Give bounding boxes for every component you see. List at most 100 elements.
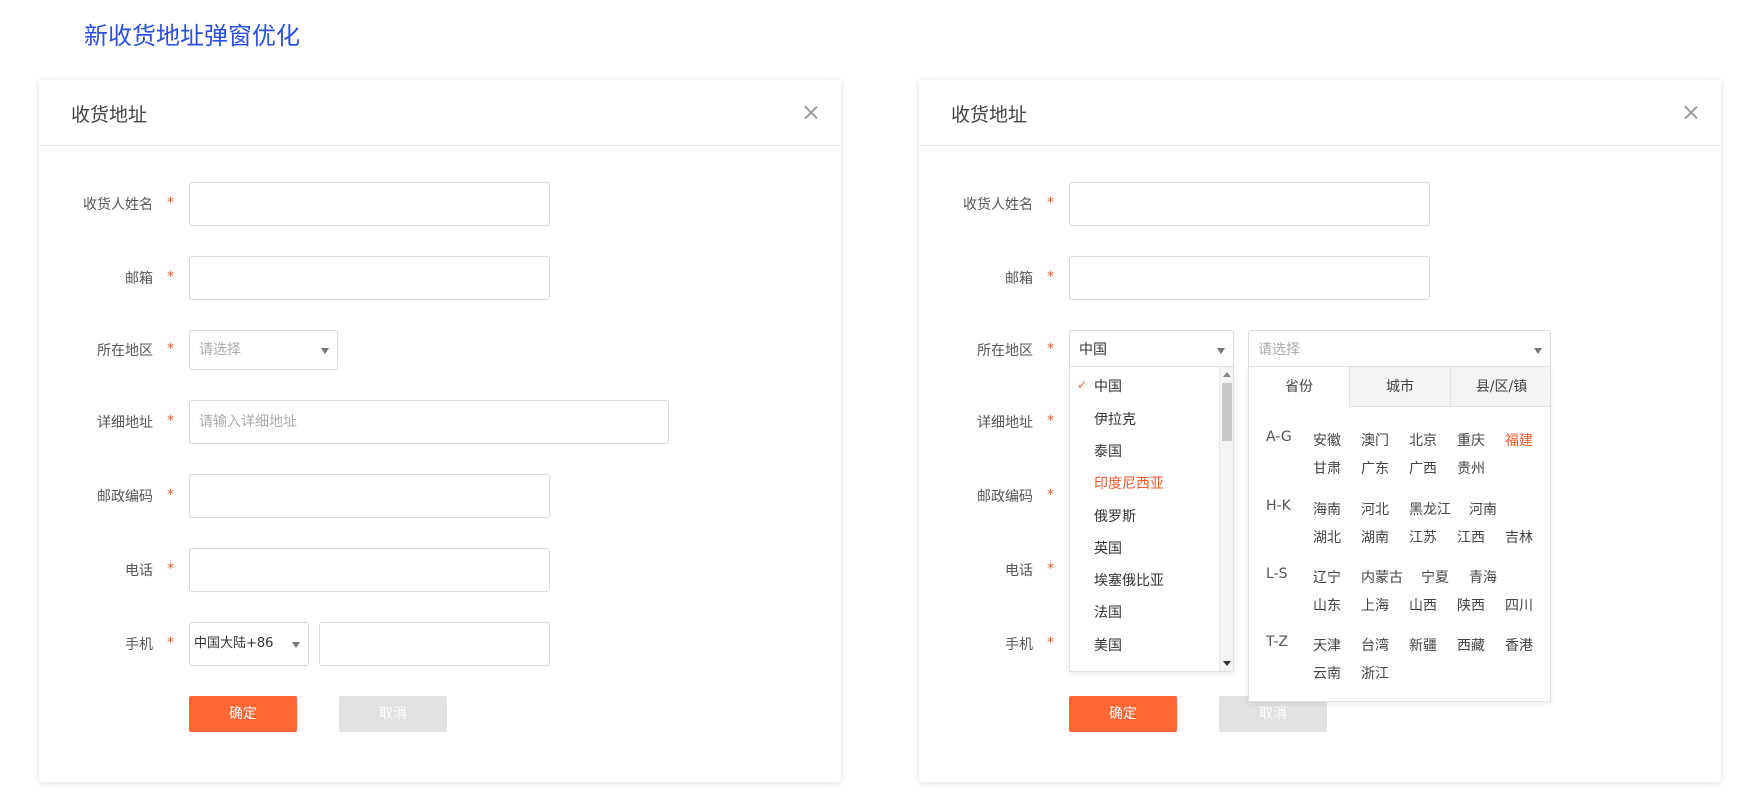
dialog-title: 收货地址 (71, 104, 148, 126)
name-input[interactable] (1069, 182, 1430, 226)
required-mark: * (167, 195, 174, 211)
email-input[interactable] (1069, 256, 1430, 300)
scrollbar-thumb[interactable] (1222, 383, 1232, 441)
zip-label: 邮政编码 (977, 489, 1033, 505)
province-option[interactable]: 江西 (1457, 527, 1485, 547)
country-option[interactable]: 英国 (1094, 538, 1122, 558)
province-option[interactable]: 广东 (1361, 458, 1389, 478)
province-option[interactable]: 云南 (1313, 663, 1341, 683)
group-key: H-K (1266, 498, 1291, 514)
province-option[interactable]: 香港 (1505, 635, 1533, 655)
tab-district[interactable]: 县/区/镇 (1451, 367, 1552, 407)
confirm-button[interactable]: 确定 (1069, 696, 1177, 732)
country-select[interactable]: 中国 (1069, 330, 1234, 370)
scrollbar[interactable] (1219, 367, 1233, 671)
province-option[interactable]: 四川 (1505, 595, 1533, 615)
email-label: 邮箱 (125, 271, 153, 287)
country-option-hovered[interactable]: 印度尼西亚 (1094, 473, 1164, 493)
province-option[interactable]: 青海 (1469, 567, 1497, 587)
phone-input[interactable] (189, 548, 550, 592)
name-row: 收货人姓名 * (39, 182, 841, 226)
tab-city[interactable]: 城市 (1350, 367, 1451, 407)
province-option[interactable]: 陕西 (1457, 595, 1485, 615)
country-dropdown[interactable]: ✓ 中国 伊拉克 泰国 印度尼西亚 俄罗斯 英国 埃塞俄比亚 法国 美国 (1069, 366, 1234, 672)
province-option[interactable]: 山东 (1313, 595, 1341, 615)
required-mark: * (1047, 269, 1054, 285)
chevron-down-icon (1534, 348, 1542, 354)
province-option[interactable]: 安徽 (1313, 430, 1341, 450)
phone-row: 电话 * (39, 548, 841, 592)
name-label: 收货人姓名 (83, 197, 153, 213)
country-option[interactable]: 美国 (1094, 635, 1122, 655)
province-option[interactable]: 澳门 (1361, 430, 1389, 450)
province-option[interactable]: 西藏 (1457, 635, 1485, 655)
required-mark: * (1047, 341, 1054, 357)
required-mark: * (167, 341, 174, 357)
country-option[interactable]: 伊拉克 (1094, 409, 1136, 429)
address-input[interactable]: 请输入详细地址 (189, 400, 669, 444)
province-option-hovered[interactable]: 福建 (1505, 430, 1533, 450)
address-dialog-default: 收货地址 收货人姓名 * 邮箱 * 所在地区 * 请选择 详细地址 * 请输入详… (39, 80, 841, 782)
name-label: 收货人姓名 (963, 197, 1033, 213)
province-option[interactable]: 辽宁 (1313, 567, 1341, 587)
mobile-row: 手机 * 中国大陆+86 (39, 622, 841, 666)
required-mark: * (167, 487, 174, 503)
province-option[interactable]: 湖北 (1313, 527, 1341, 547)
email-label: 邮箱 (1005, 271, 1033, 287)
required-mark: * (167, 561, 174, 577)
province-option[interactable]: 新疆 (1409, 635, 1437, 655)
province-option[interactable]: 北京 (1409, 430, 1437, 450)
province-option[interactable]: 湖南 (1361, 527, 1389, 547)
country-option[interactable]: 俄罗斯 (1094, 506, 1136, 526)
dialog-title: 收货地址 (951, 104, 1028, 126)
province-option[interactable]: 山西 (1409, 595, 1437, 615)
name-input[interactable] (189, 182, 550, 226)
country-option[interactable]: 法国 (1094, 602, 1122, 622)
province-option[interactable]: 重庆 (1457, 430, 1485, 450)
province-option[interactable]: 黑龙江 (1409, 499, 1451, 519)
group-key: L-S (1266, 566, 1288, 582)
region-label: 所在地区 (97, 343, 153, 359)
email-input[interactable] (189, 256, 550, 300)
mobile-input[interactable] (319, 622, 550, 666)
close-icon[interactable] (1681, 102, 1701, 122)
province-option[interactable]: 贵州 (1457, 458, 1485, 478)
province-option[interactable]: 浙江 (1361, 663, 1389, 683)
scroll-up-icon[interactable] (1223, 372, 1231, 377)
address-dialog-expanded: 收货地址 收货人姓名 * 邮箱 * 所在地区 * 中国 请选择 详细地址 * 邮… (919, 80, 1721, 782)
confirm-button[interactable]: 确定 (189, 696, 297, 732)
required-mark: * (1047, 561, 1054, 577)
zip-input[interactable] (189, 474, 550, 518)
province-option[interactable]: 上海 (1361, 595, 1389, 615)
cancel-button[interactable]: 取消 (339, 696, 447, 732)
country-option[interactable]: 埃塞俄比亚 (1094, 570, 1164, 590)
province-option[interactable]: 甘肃 (1313, 458, 1341, 478)
region-select-value: 请选择 (199, 342, 241, 358)
region-row: 所在地区 * 请选择 (39, 330, 841, 374)
required-mark: * (1047, 195, 1054, 211)
province-option[interactable]: 河南 (1469, 499, 1497, 519)
country-option[interactable]: 中国 (1094, 376, 1122, 396)
province-option[interactable]: 河北 (1361, 499, 1389, 519)
country-code-select[interactable]: 中国大陆+86 (189, 622, 309, 666)
province-option[interactable]: 江苏 (1409, 527, 1437, 547)
address-label: 详细地址 (977, 415, 1033, 431)
province-option[interactable]: 台湾 (1361, 635, 1389, 655)
zip-row: 邮政编码 * (39, 474, 841, 518)
subregion-select[interactable]: 请选择 (1248, 330, 1551, 370)
tab-province[interactable]: 省份 (1249, 367, 1350, 408)
country-option[interactable]: 泰国 (1094, 441, 1122, 461)
province-option[interactable]: 宁夏 (1421, 567, 1449, 587)
phone-label: 电话 (1005, 563, 1033, 579)
region-select[interactable]: 请选择 (189, 330, 338, 370)
mobile-label: 手机 (125, 637, 153, 653)
province-option[interactable]: 海南 (1313, 499, 1341, 519)
province-option[interactable]: 吉林 (1505, 527, 1533, 547)
province-option[interactable]: 广西 (1409, 458, 1437, 478)
required-mark: * (1047, 487, 1054, 503)
province-option[interactable]: 天津 (1313, 635, 1341, 655)
province-option[interactable]: 内蒙古 (1361, 567, 1403, 587)
scroll-down-icon[interactable] (1223, 661, 1231, 666)
chevron-down-icon (321, 348, 329, 354)
close-icon[interactable] (801, 102, 821, 122)
